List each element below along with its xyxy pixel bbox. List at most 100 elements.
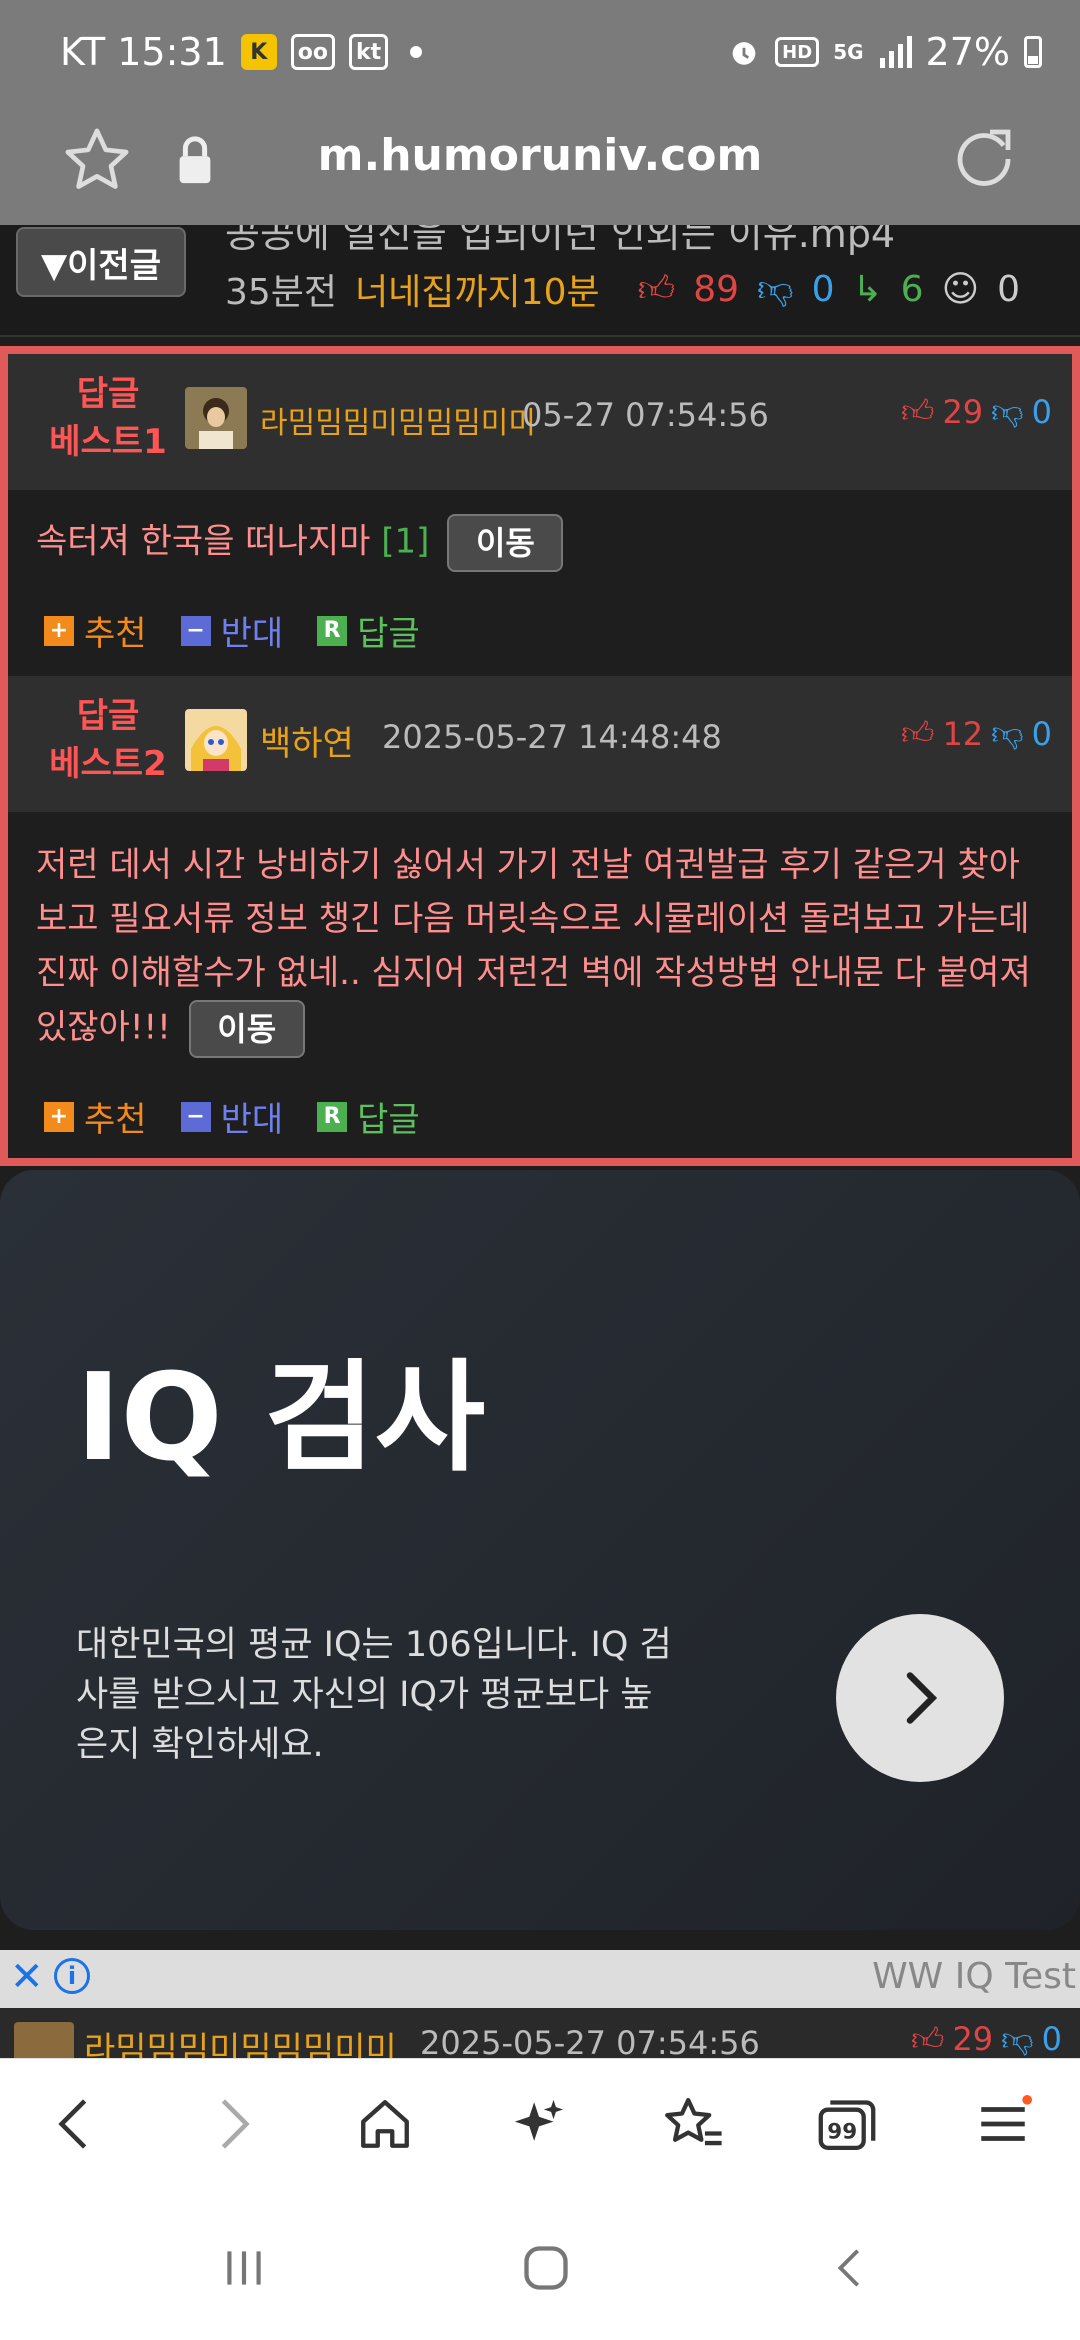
comment-row-peek: 라밈밈밈미밈밈밈미미 2025-05-27 07:54:56 👍︎ 29 👎︎ … xyxy=(0,2008,1080,2058)
minus-icon: − xyxy=(180,1101,211,1132)
recommend-button[interactable]: + 추천 xyxy=(44,1092,147,1141)
comment-votes: 👍︎ 29 👎︎ 0 xyxy=(911,2020,1062,2058)
best-reply-1-actions: + 추천 − 반대 R 답글 xyxy=(44,606,420,655)
down-count: 0 xyxy=(1041,2020,1062,2058)
ad-title: IQ 검사 xyxy=(76,1349,486,1488)
ad-source[interactable]: WW IQ Test xyxy=(872,1956,1076,1997)
downvote-icon[interactable]: 👎︎ xyxy=(991,714,1023,753)
oppose-label: 반대 xyxy=(220,1100,284,1140)
best-reply-2-text: 저런 데서 시간 낭비하기 싫어서 가기 전날 여권발급 후기 같은거 찾아보고… xyxy=(8,838,1072,1058)
reply-text: 속터져 한국을 떠나지마 xyxy=(36,521,382,562)
downvote-icon[interactable]: 👎︎ xyxy=(991,392,1023,431)
browser-top-bar: KT 15:31 K oo kt HD 5G 27% m.humoruniv.c… xyxy=(0,0,1080,225)
up-count: 29 xyxy=(952,2020,994,2058)
reply-r-icon: R xyxy=(317,615,348,646)
recommend-button[interactable]: + 추천 xyxy=(44,606,147,655)
chevron-left-icon xyxy=(58,2099,87,2149)
menu-button[interactable] xyxy=(968,2089,1038,2159)
home-square-icon xyxy=(524,2246,568,2290)
recommend-label: 추천 xyxy=(84,614,147,654)
reply-label: 답글 xyxy=(357,614,420,654)
move-button[interactable]: 이동 xyxy=(188,1000,305,1058)
back-chevron-icon xyxy=(837,2249,860,2287)
home-nav-button[interactable] xyxy=(506,2228,586,2308)
avatar[interactable] xyxy=(185,709,247,771)
bookmarks-button[interactable] xyxy=(658,2089,728,2159)
notification-dot-icon xyxy=(410,46,423,58)
reply-count: [1] xyxy=(381,521,430,562)
tabs-button[interactable]: 99 xyxy=(812,2089,882,2159)
alarm-icon xyxy=(732,42,756,65)
best-replies-box: 답글 베스트1 라밈밈밈미밈밈밈미미 05-27 07:54:56 👍︎ 29 … xyxy=(0,346,1080,1166)
plus-icon: + xyxy=(44,1101,74,1132)
upvote-icon[interactable]: 👍︎ xyxy=(901,392,934,431)
reply-label: 답글 xyxy=(357,1100,420,1140)
prev-post-title[interactable]: 공공에 일진을 입되이던 인외는 이유.mp4 xyxy=(225,225,895,258)
move-button[interactable]: 이동 xyxy=(447,514,564,572)
comment-author[interactable]: 라밈밈밈미밈밈밈미미 xyxy=(84,2022,397,2058)
best-date: 2025-05-27 14:48:48 xyxy=(382,718,722,756)
prev-view-count: 0 xyxy=(997,268,1020,310)
voicemail-icon: oo xyxy=(290,34,336,70)
avatar[interactable] xyxy=(14,2022,74,2058)
reply-arrow-icon: ↳ xyxy=(852,268,883,310)
home-icon xyxy=(361,2100,409,2148)
battery-percent: 27% xyxy=(925,30,1010,74)
back-button[interactable] xyxy=(40,2089,110,2159)
reply-button[interactable]: R 답글 xyxy=(317,1092,420,1141)
reply-button[interactable]: R 답글 xyxy=(317,606,420,655)
close-ad-icon[interactable]: ✕ xyxy=(10,1954,44,2000)
reload-icon[interactable] xyxy=(948,123,1020,195)
up-count: 29 xyxy=(942,392,984,431)
carrier-time: KT 15:31 xyxy=(60,30,227,74)
ad-go-button[interactable] xyxy=(836,1614,1004,1782)
back-nav-button[interactable] xyxy=(810,2228,890,2308)
prev-post-meta: 35분전 너네집까지10분 👍︎ 89 👎︎ 0 ↳ 6 ☺ 0 xyxy=(225,263,1020,315)
upvote-icon: 👍︎ xyxy=(637,269,676,310)
best-rank-label: 답글 베스트1 xyxy=(49,374,167,462)
oppose-button[interactable]: − 반대 xyxy=(180,606,283,655)
hamburger-menu-icon xyxy=(981,2095,1032,2141)
system-nav-bar xyxy=(0,2188,1080,2340)
upvote-icon[interactable]: 👍︎ xyxy=(901,714,934,753)
best-reply-1-text: 속터져 한국을 떠나지마 [1] 이동 xyxy=(8,514,1072,572)
oppose-button[interactable]: − 반대 xyxy=(180,1092,284,1141)
recommend-label: 추천 xyxy=(84,1100,147,1140)
best-votes: 👍︎ 12 👎︎ 0 xyxy=(901,714,1052,753)
best-author[interactable]: 라밈밈밈미밈밈밈미미 xyxy=(260,398,536,442)
recent-apps-button[interactable] xyxy=(204,2228,284,2308)
best-votes: 👍︎ 29 👎︎ 0 xyxy=(901,392,1052,431)
hd-icon: HD xyxy=(775,37,820,67)
plus-icon: + xyxy=(44,615,74,646)
down-count: 0 xyxy=(1031,714,1052,753)
forward-button[interactable] xyxy=(198,2089,268,2159)
prev-post-button[interactable]: ▼이전글 xyxy=(16,227,186,297)
best-reply-1-header: 답글 베스트1 라밈밈밈미밈밈밈미미 05-27 07:54:56 👍︎ 29 … xyxy=(8,354,1072,490)
best-author[interactable]: 백하연 xyxy=(260,716,354,765)
prev-down-count: 0 xyxy=(811,268,835,310)
down-count: 0 xyxy=(1031,392,1052,431)
minus-icon: − xyxy=(180,615,211,646)
avatar[interactable] xyxy=(185,387,247,449)
ai-sparkle-button[interactable] xyxy=(504,2089,574,2159)
home-button[interactable] xyxy=(350,2089,420,2159)
chevron-right-icon xyxy=(221,2099,250,2149)
best-reply-2-actions: + 추천 − 반대 R 답글 xyxy=(44,1092,420,1141)
ad-description: 대한민국의 평균 IQ는 106입니다. IQ 검사를 받으시고 자신의 IQ가… xyxy=(76,1625,672,1765)
smiley-icon: ☺ xyxy=(941,268,980,310)
downvote-icon[interactable]: 👎︎ xyxy=(1001,2020,1033,2058)
prev-post-author[interactable]: 너네집까지10분 xyxy=(355,263,600,315)
status-bar: KT 15:31 K oo kt HD 5G 27% xyxy=(0,0,1080,105)
upvote-icon[interactable]: 👍︎ xyxy=(911,2020,944,2058)
url-text[interactable]: m.humoruniv.com xyxy=(0,130,1080,181)
prev-post-time: 35분전 xyxy=(225,272,338,313)
reply-r-icon: R xyxy=(317,1101,348,1132)
kt-icon: kt xyxy=(349,34,389,70)
recent-apps-icon xyxy=(227,2251,261,2285)
signal-icon xyxy=(879,36,912,68)
reply-text: 저런 데서 시간 낭비하기 싫어서 가기 전날 여권발급 후기 같은거 찾아보고… xyxy=(36,845,1031,1048)
iq-test-ad-card[interactable]: IQ 검사 대한민국의 평균 IQ는 106입니다. IQ 검사를 받으시고 자… xyxy=(0,1170,1080,1930)
star-list-icon xyxy=(665,2098,722,2146)
prev-up-count: 89 xyxy=(693,268,740,310)
ad-info-icon[interactable]: i xyxy=(54,1958,90,1994)
